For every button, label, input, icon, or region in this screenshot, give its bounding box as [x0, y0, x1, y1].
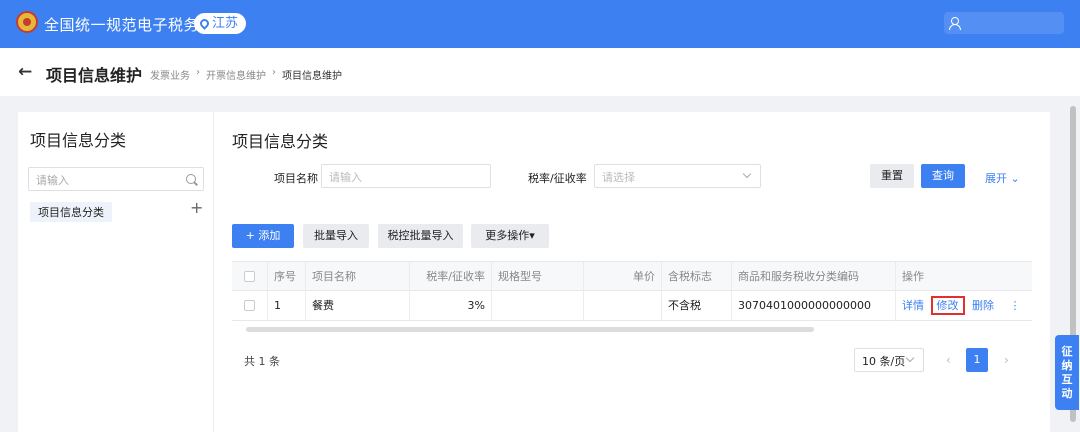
project-name-input[interactable]: 请输入 [321, 164, 491, 188]
page-size-select[interactable]: 10 条/页 [854, 348, 924, 372]
page-number-1[interactable]: 1 [966, 348, 988, 372]
region-label: 江苏 [212, 16, 239, 31]
tax-rate-placeholder: 请选择 [602, 171, 635, 184]
side-tab-char: 纳 [1061, 358, 1073, 372]
category-panel-title: 项目信息分类 [30, 131, 127, 150]
search-icon [186, 174, 196, 184]
top-header: 全国统一规范电子税务局 江苏 [0, 0, 1080, 48]
cell-actions: 详情 修改 删除 ⋮ [896, 291, 1032, 321]
main-panel: 项目信息分类 项目名称 请输入 税率/征收率 请选择 重置 查询 展开 ⌄ + … [214, 112, 1050, 432]
next-page-icon[interactable]: › [1004, 353, 1009, 367]
crumb-current: 项目信息维护 [282, 71, 342, 82]
cell-tax-flag: 不含税 [662, 291, 732, 321]
scrollbar-thumb[interactable] [246, 327, 814, 332]
side-tab-char: 动 [1061, 386, 1073, 400]
header-name: 项目名称 [306, 262, 410, 292]
project-name-placeholder: 请输入 [329, 171, 362, 184]
header-price: 单价 [584, 262, 662, 292]
tree-item-project-category[interactable]: 项目信息分类 [30, 202, 112, 222]
reset-button[interactable]: 重置 [870, 164, 914, 188]
expand-filters-link[interactable]: 展开 ⌄ [985, 170, 1020, 186]
add-category-icon[interactable]: + [190, 198, 203, 217]
table-header: 序号 项目名称 税率/征收率 规格型号 单价 含税标志 商品和服务税收分类编码 … [232, 261, 1032, 292]
row-select-cell [232, 291, 268, 321]
cell-spec [492, 291, 584, 321]
chevron-down-icon [905, 353, 915, 363]
category-search-input[interactable]: 请输入 [28, 167, 204, 191]
tax-batch-import-button[interactable]: 税控批量导入 [378, 224, 463, 248]
table-horizontal-scrollbar[interactable] [232, 325, 1032, 333]
app-title: 全国统一规范电子税务局 [44, 16, 215, 34]
side-tab-char: 互 [1061, 372, 1073, 386]
row-checkbox[interactable] [244, 300, 255, 311]
add-button[interactable]: + 添加 [232, 224, 294, 248]
main-title: 项目信息分类 [232, 132, 329, 151]
crumb-separator: › [272, 67, 276, 78]
category-search-placeholder: 请输入 [36, 174, 69, 187]
detail-link[interactable]: 详情 [902, 299, 924, 312]
back-arrow-icon[interactable]: ← [18, 62, 32, 82]
category-panel: 项目信息分类 请输入 项目信息分类 + [18, 112, 214, 432]
cell-name: 餐费 [306, 291, 410, 321]
query-button[interactable]: 查询 [921, 164, 965, 188]
cell-rate: 3% [410, 291, 492, 321]
more-vertical-icon[interactable]: ⋮ [1010, 299, 1021, 312]
tax-rate-label: 税率/征收率 [528, 172, 587, 185]
region-selector[interactable]: 江苏 [194, 13, 247, 34]
crumb-separator: › [196, 67, 200, 78]
cell-index: 1 [268, 291, 306, 321]
batch-import-button[interactable]: 批量导入 [303, 224, 369, 248]
total-count: 共 1 条 [244, 355, 280, 368]
page-title: 项目信息维护 [46, 66, 143, 85]
header-actions: 操作 [902, 270, 924, 283]
side-tab-char: 征 [1061, 344, 1073, 358]
tax-rate-select[interactable]: 请选择 [594, 164, 761, 188]
user-icon [948, 17, 961, 30]
select-all-checkbox[interactable] [244, 271, 255, 282]
table-row: 1 餐费 3% 不含税 3070401000000000000 详情 修改 删除… [232, 291, 1032, 321]
prev-page-icon[interactable]: ‹ [946, 353, 951, 367]
more-actions-button[interactable]: 更多操作▾ [471, 224, 549, 248]
crumb-invoice-business[interactable]: 发票业务 [150, 67, 190, 82]
header-index: 序号 [268, 262, 306, 292]
location-pin-icon [198, 17, 211, 30]
user-menu[interactable] [944, 12, 1064, 34]
header-select-cell [232, 262, 268, 292]
crumb-invoice-info[interactable]: 开票信息维护 [206, 67, 266, 82]
edit-link[interactable]: 修改 [930, 296, 965, 315]
expand-label: 展开 [985, 172, 1007, 185]
header-code: 商品和服务税收分类编码 [732, 262, 896, 292]
cell-code: 3070401000000000000 [732, 291, 896, 321]
cell-price [584, 291, 662, 321]
header-tax-flag: 含税标志 [662, 262, 732, 292]
chevron-down-icon [742, 169, 752, 179]
tax-interaction-tab[interactable]: 征 纳 互 动 [1055, 335, 1079, 410]
project-name-label: 项目名称 [274, 172, 318, 185]
breadcrumb-bar: ← 项目信息维护 发票业务 › 开票信息维护 › 项目信息维护 [0, 48, 1080, 96]
page-size-label: 10 条/页 [862, 355, 906, 368]
header-rate: 税率/征收率 [410, 262, 492, 292]
emblem-icon [16, 11, 38, 33]
delete-link[interactable]: 删除 [972, 299, 994, 312]
breadcrumb: 发票业务 › 开票信息维护 › 项目信息维护 [150, 67, 342, 82]
header-spec: 规格型号 [492, 262, 584, 292]
